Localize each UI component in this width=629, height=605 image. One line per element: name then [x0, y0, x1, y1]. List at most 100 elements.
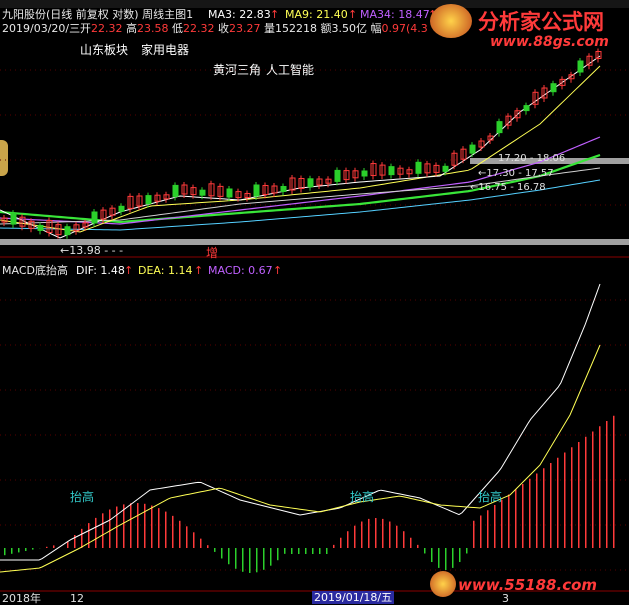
- macd-bar: [165, 511, 167, 548]
- low-price-label: ←13.98 - - -: [60, 244, 124, 257]
- macd-bar: [235, 548, 237, 569]
- macd-bar: [599, 426, 601, 548]
- candle-body: [172, 184, 179, 197]
- x-axis-cursor-date[interactable]: 2019/01/18/五: [312, 591, 395, 604]
- macd-bar: [214, 548, 216, 552]
- macd-bar: [144, 503, 146, 548]
- moving-average-lines: [0, 55, 601, 239]
- macd-bar: [340, 537, 342, 548]
- macd-bar: [487, 510, 489, 548]
- candle-body: [118, 205, 125, 212]
- macd-bar: [522, 484, 524, 548]
- macd-bar: [200, 538, 202, 548]
- macd-bar: [172, 515, 174, 548]
- macd-bar: [403, 531, 405, 548]
- macd-bar: [284, 548, 286, 554]
- macd-bar: [137, 503, 139, 548]
- macd-bar: [606, 421, 608, 548]
- price-chart[interactable]: [0, 0, 629, 605]
- candle-body: [442, 165, 449, 172]
- macd-bar: [25, 548, 27, 551]
- right-label-3a: 16.75: [478, 182, 508, 193]
- macd-bar: [445, 548, 447, 570]
- macd-bar: [109, 509, 111, 548]
- low-price-value: 13.98: [69, 244, 101, 257]
- candle-body: [334, 169, 341, 182]
- macd-bar: [151, 505, 153, 548]
- candle-body: [37, 224, 44, 231]
- macd-bar: [466, 548, 468, 554]
- right-label-1: 17.20 - 18.06: [498, 153, 566, 164]
- candle-body: [523, 105, 530, 112]
- macd-bar: [221, 548, 223, 559]
- macd-dea-line: [0, 344, 601, 573]
- candle-body: [469, 144, 476, 154]
- tai-gao-label-2: 抬高: [350, 490, 375, 504]
- macd-bar: [564, 452, 566, 548]
- macd-bar: [158, 508, 160, 548]
- macd-bar: [473, 520, 475, 548]
- macd-bar: [186, 526, 188, 548]
- candle-body: [280, 186, 287, 192]
- macd-bar: [368, 518, 370, 548]
- macd-bar: [613, 415, 615, 548]
- candle-body: [307, 178, 314, 188]
- macd-bar: [319, 548, 321, 554]
- macd-bar: [557, 457, 559, 548]
- watermark-bottom-logo-icon: [430, 571, 456, 597]
- macd-bar: [263, 548, 265, 570]
- macd-bar: [459, 548, 461, 563]
- macd-dif-line: [0, 283, 601, 561]
- right-label-1b: 18.06: [536, 153, 566, 164]
- macd-bar: [228, 548, 230, 565]
- macd-lines: [0, 283, 601, 573]
- macd-bar: [130, 503, 132, 548]
- macd-bar: [88, 523, 90, 548]
- macd-bar: [354, 525, 356, 548]
- macd-bar: [508, 494, 510, 548]
- macd-title: MACD底抬高: [2, 264, 68, 277]
- macd-bar: [424, 548, 426, 554]
- right-label-2a: 17.30: [486, 168, 516, 179]
- macd-bar: [242, 548, 244, 572]
- x-axis-year: 2018年: [2, 592, 41, 605]
- macd-bar: [333, 544, 335, 548]
- macd-bar: [375, 518, 377, 548]
- macd-bar: [95, 517, 97, 548]
- macd-bar: [298, 548, 300, 554]
- macd-bar: [291, 548, 293, 554]
- macd-bar: [515, 489, 517, 548]
- ma-line-4: [0, 65, 601, 233]
- macd-bar: [592, 431, 594, 548]
- macd-bar: [389, 521, 391, 548]
- candle-body: [10, 212, 17, 225]
- right-label-2b: 17.57: [525, 168, 554, 179]
- macd-dea: DEA: 1.14: [138, 264, 193, 277]
- macd-value: MACD: 0.67: [208, 264, 273, 277]
- watermark-url-bottom: www.55188.com: [458, 576, 598, 594]
- candle-body: [388, 166, 395, 176]
- macd-bar: [312, 548, 314, 554]
- right-label-3b: 16.78: [517, 182, 546, 193]
- macd-bar: [46, 546, 48, 548]
- macd-bar: [529, 478, 531, 548]
- macd-bar: [494, 505, 496, 548]
- macd-bar: [32, 548, 34, 550]
- macd-bar: [249, 548, 251, 573]
- macd-bar: [102, 513, 104, 548]
- right-label-1a: 17.20: [498, 153, 527, 164]
- right-label-3: ←16.75 - 16.78: [470, 182, 546, 193]
- macd-bar: [361, 521, 363, 548]
- macd-bar: [382, 518, 384, 548]
- candle-body: [253, 184, 260, 197]
- macd-bar: [417, 544, 419, 548]
- macd-value-arrow: ↑: [273, 264, 283, 277]
- macd-bar: [501, 499, 503, 548]
- candle-body: [145, 195, 152, 205]
- macd-histogram: [4, 415, 615, 573]
- macd-bar: [452, 548, 454, 568]
- candle-body: [361, 170, 368, 177]
- tai-gao-label-1: 抬高: [70, 490, 95, 504]
- macd-bar: [53, 545, 55, 548]
- macd-bar: [571, 447, 573, 548]
